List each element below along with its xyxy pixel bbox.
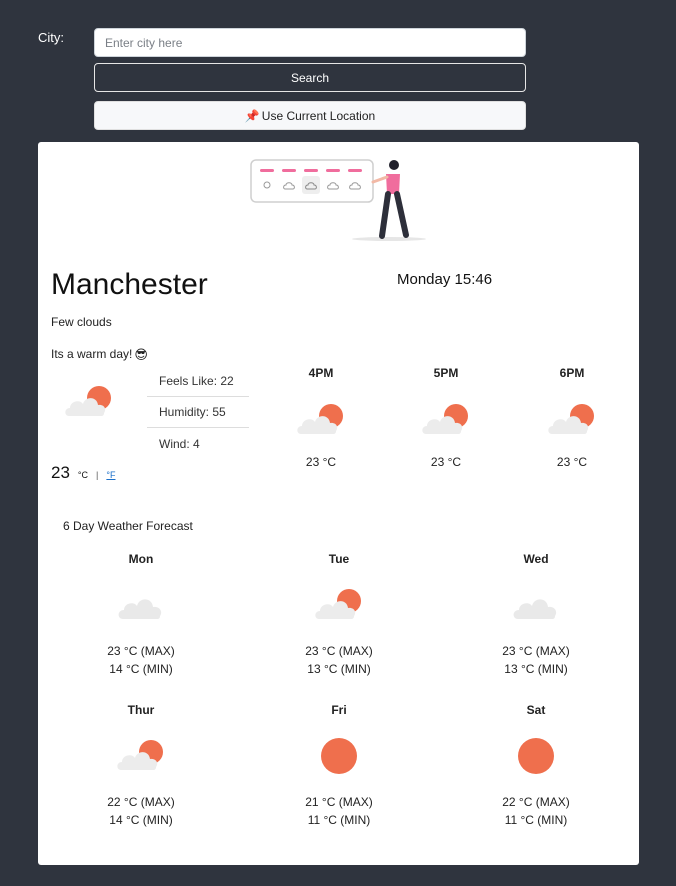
day-name: Wed	[523, 552, 549, 566]
sun-icon	[510, 735, 562, 777]
use-current-location-button[interactable]: 📌 Use Current Location	[94, 101, 526, 130]
forecast-day: Sat 22 °C (MAX) 11 °C (MIN)	[466, 703, 606, 829]
forecast-day: Thur 22 °C (MAX) 14 °C (MIN)	[71, 703, 211, 829]
forecast-day: Fri 21 °C (MAX) 11 °C (MIN)	[269, 703, 409, 829]
current-temperature: 23 °C | °F	[51, 463, 115, 483]
hour-temp: 23 °C	[430, 455, 462, 469]
hourly-item: 6PM 23 °C	[537, 366, 607, 469]
hour-temp: 23 °C	[305, 455, 337, 469]
hour-time: 6PM	[559, 366, 585, 380]
day-max-temp: 21 °C (MAX)	[305, 795, 373, 809]
city-name: Manchester	[51, 268, 208, 301]
day-min-temp: 13 °C (MIN)	[307, 662, 371, 676]
celsius-unit[interactable]: °C	[78, 470, 88, 480]
unit-separator: |	[96, 470, 99, 480]
hourly-item: 4PM 23 °C	[286, 366, 356, 469]
search-button-label: Search	[290, 70, 330, 85]
hour-time: 4PM	[308, 366, 334, 380]
clouds-icon	[510, 584, 562, 626]
few-clouds-icon	[63, 382, 115, 422]
hour-time: 5PM	[433, 366, 459, 380]
city-label: City:	[38, 30, 64, 45]
few-clouds-icon	[420, 400, 472, 440]
search-button[interactable]: Search	[94, 63, 526, 92]
day-name: Fri	[331, 703, 347, 717]
few-clouds-icon	[313, 584, 365, 626]
few-clouds-icon	[295, 400, 347, 440]
fahrenheit-link[interactable]: °F	[106, 470, 115, 480]
feels-like: Feels Like: 22	[147, 366, 249, 397]
forecast-day: Wed 23 °C (MAX) 13 °C (MIN)	[466, 552, 606, 678]
weather-illustration-icon	[250, 159, 426, 241]
day-max-temp: 23 °C (MAX)	[107, 644, 175, 658]
wind: Wind: 4	[159, 436, 200, 451]
city-input[interactable]	[94, 28, 526, 57]
weather-remark: Its a warm day! 😎	[51, 347, 148, 361]
forecast-title: 6 Day Weather Forecast	[63, 519, 193, 533]
weather-remark-text: Its a warm day!	[51, 347, 133, 361]
weather-details: Feels Like: 22 Humidity: 55 Wind: 4	[147, 366, 249, 459]
hourly-item: 5PM 23 °C	[411, 366, 481, 469]
weather-card: Manchester Monday 15:46 Few clouds Its a…	[38, 142, 639, 865]
day-max-temp: 23 °C (MAX)	[305, 644, 373, 658]
forecast-day: Tue 23 °C (MAX) 13 °C (MIN)	[269, 552, 409, 678]
day-min-temp: 11 °C (MIN)	[504, 813, 568, 827]
day-name: Thur	[127, 703, 155, 717]
few-clouds-icon	[115, 735, 167, 777]
use-current-location-label: Use Current Location	[261, 108, 376, 123]
day-min-temp: 14 °C (MIN)	[109, 662, 173, 676]
pushpin-icon: 📌	[244, 108, 260, 123]
weather-description: Few clouds	[51, 315, 112, 329]
day-max-temp: 22 °C (MAX)	[107, 795, 175, 809]
hour-temp: 23 °C	[556, 455, 588, 469]
clouds-icon	[115, 584, 167, 626]
day-max-temp: 22 °C (MAX)	[502, 795, 570, 809]
day-name: Mon	[128, 552, 154, 566]
sun-icon	[313, 735, 365, 777]
day-max-temp: 23 °C (MAX)	[502, 644, 570, 658]
day-min-temp: 11 °C (MIN)	[307, 813, 371, 827]
day-min-temp: 14 °C (MIN)	[109, 813, 173, 827]
current-datetime: Monday 15:46	[397, 271, 493, 288]
sunglasses-emoji-icon: 😎	[134, 346, 148, 362]
few-clouds-icon	[546, 400, 598, 440]
day-name: Sat	[526, 703, 546, 717]
day-name: Tue	[328, 552, 350, 566]
humidity: Humidity: 55	[147, 397, 249, 428]
day-min-temp: 13 °C (MIN)	[504, 662, 568, 676]
temperature-value: 23	[51, 463, 70, 482]
forecast-day: Mon 23 °C (MAX) 14 °C (MIN)	[71, 552, 211, 678]
